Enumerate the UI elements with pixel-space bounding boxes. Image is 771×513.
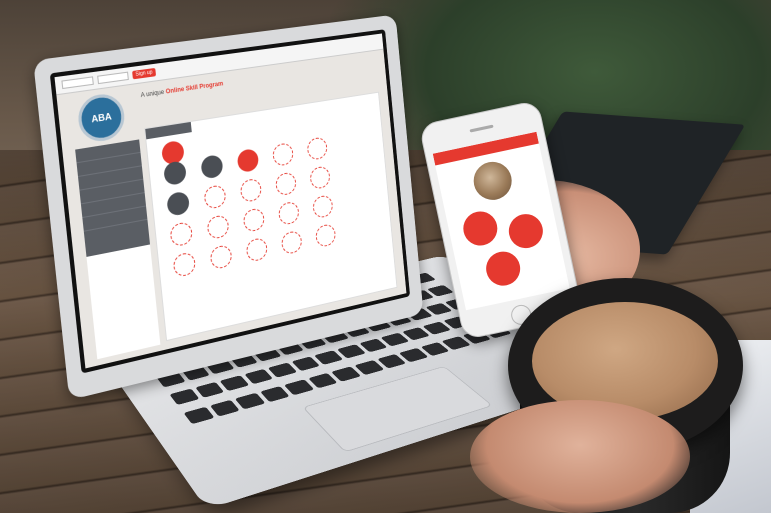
keyboard-key <box>259 386 291 403</box>
keyboard-key <box>219 375 250 392</box>
skill-icon[interactable] <box>169 220 194 248</box>
phone-choice-button[interactable] <box>505 210 547 252</box>
phone-choice-button[interactable] <box>460 208 501 249</box>
password-input[interactable] <box>97 71 129 85</box>
skill-icon[interactable] <box>200 153 224 180</box>
keyboard-key <box>284 379 315 396</box>
skill-icon[interactable] <box>172 251 197 278</box>
keyboard-key <box>234 392 266 410</box>
skill-icon[interactable] <box>274 171 297 197</box>
laptop-screen: Sign up ABA A unique Online Skill Progra… <box>49 29 411 374</box>
signup-button[interactable]: Sign up <box>132 67 157 80</box>
skill-icon[interactable] <box>309 165 331 191</box>
skills-panel <box>144 91 398 342</box>
skill-icon[interactable] <box>203 183 227 210</box>
skill-icon[interactable] <box>271 141 295 168</box>
skill-icon[interactable] <box>242 207 266 233</box>
hand-holding-mug <box>470 400 690 513</box>
keyboard-key <box>194 382 225 399</box>
sidebar-promo <box>86 244 161 360</box>
skill-icon[interactable] <box>245 236 269 263</box>
skill-grid <box>163 135 342 278</box>
website: Sign up ABA A unique Online Skill Progra… <box>54 33 407 369</box>
skill-icon[interactable] <box>163 160 188 187</box>
keyboard-key <box>337 344 366 359</box>
skill-icon[interactable] <box>277 200 300 226</box>
keyboard-key <box>291 356 321 372</box>
keyboard-key <box>183 406 215 425</box>
keyboard-key <box>244 369 274 385</box>
keyboard-key <box>331 366 362 382</box>
login-input[interactable] <box>61 76 94 90</box>
skill-icon[interactable] <box>306 136 329 161</box>
site-logo: ABA <box>76 91 127 145</box>
headline-prefix: A unique <box>140 89 167 100</box>
skill-icon[interactable] <box>280 229 303 256</box>
keyboard-key <box>354 360 385 376</box>
skill-icon[interactable] <box>206 213 230 241</box>
skill-icon[interactable] <box>209 243 233 271</box>
panel-tab[interactable] <box>145 121 192 140</box>
phone-speaker <box>469 124 494 133</box>
skill-icon[interactable] <box>239 177 263 204</box>
keyboard-key <box>209 399 241 417</box>
site-headline: A unique Online Skill Program <box>141 81 224 99</box>
skill-icon[interactable] <box>312 194 334 220</box>
phone-choice-button[interactable] <box>482 248 524 289</box>
skill-icon[interactable] <box>236 147 260 174</box>
keyboard-key <box>169 388 200 406</box>
phone-app-header <box>432 131 539 166</box>
skill-icon[interactable] <box>314 222 337 249</box>
phone-photo <box>470 158 516 204</box>
keyboard-key <box>268 362 298 378</box>
phone-screen <box>432 131 570 311</box>
keyboard-key <box>308 372 339 389</box>
headline-highlight: Online Skill Program <box>165 81 224 96</box>
skill-icon[interactable] <box>166 190 191 217</box>
keyboard-key <box>314 350 344 365</box>
